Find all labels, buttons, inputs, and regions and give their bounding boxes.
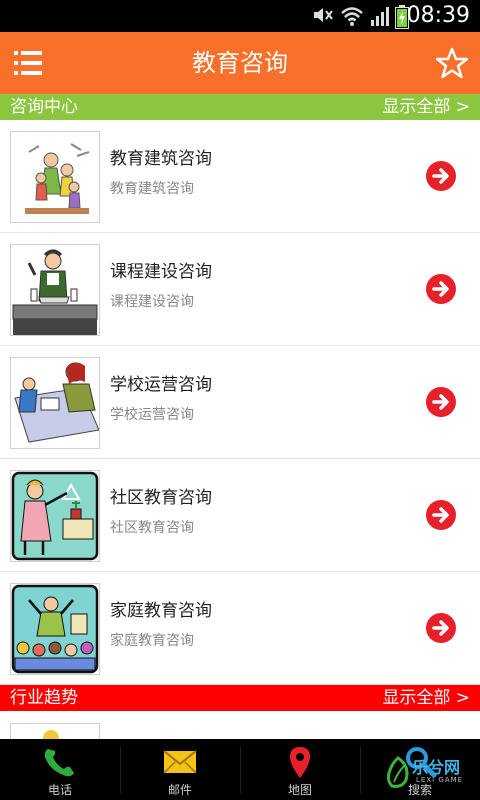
teacher-board-illustration	[10, 470, 100, 562]
mail-icon	[163, 750, 197, 774]
wifi-icon	[341, 7, 363, 26]
arrow-right-icon[interactable]	[426, 274, 456, 304]
map-pin-icon	[290, 747, 310, 778]
section-title: 咨询中心	[10, 97, 78, 117]
list-item[interactable]: 教育建筑咨询 教育建筑咨询	[0, 120, 480, 233]
list-item[interactable]: 家庭教育咨询 家庭教育咨询	[0, 572, 480, 685]
leaf-logo-icon	[386, 756, 409, 788]
item-subtitle: 教育建筑咨询	[110, 181, 194, 197]
teacher-lab-illustration	[10, 244, 100, 336]
consult-list: 教育建筑咨询 教育建筑咨询 课程建设咨询 课程建设咨询 学校运营咨询 学校运营咨…	[0, 120, 480, 685]
list-item[interactable]: 课程建设咨询 课程建设咨询	[0, 233, 480, 346]
status-bar: 08:39	[0, 0, 480, 32]
arrow-right-icon[interactable]	[426, 387, 456, 417]
mute-icon	[314, 8, 333, 22]
tab-map[interactable]: 地图	[240, 739, 360, 800]
item-subtitle: 家庭教育咨询	[110, 633, 194, 649]
list-item[interactable]: 社区教育咨询 社区教育咨询	[0, 459, 480, 572]
item-title: 社区教育咨询	[110, 488, 212, 508]
classroom-illustration	[10, 583, 100, 675]
arrow-right-icon[interactable]	[426, 500, 456, 530]
item-title: 课程建设咨询	[110, 262, 212, 282]
watermark-text: 乐兮网	[412, 758, 461, 777]
tab-mail[interactable]: 邮件	[120, 739, 240, 800]
arrow-right-icon[interactable]	[426, 613, 456, 643]
tab-label: 电话	[47, 783, 72, 797]
status-time: 08:39	[406, 3, 470, 28]
phone-icon	[44, 749, 74, 777]
page-title: 教育咨询	[192, 49, 288, 77]
item-subtitle: 学校运营咨询	[110, 407, 194, 423]
item-subtitle: 课程建设咨询	[110, 294, 194, 310]
student-desk-illustration	[10, 357, 100, 449]
trends-list-peek	[0, 711, 480, 746]
favorite-star-icon[interactable]	[436, 47, 468, 79]
show-all-link[interactable]: 显示全部 >	[382, 94, 470, 120]
tab-label: 地图	[287, 783, 312, 797]
list-item[interactable]: 学校运营咨询 学校运营咨询	[0, 346, 480, 459]
item-title: 学校运营咨询	[110, 375, 212, 395]
section-title: 行业趋势	[10, 688, 78, 708]
family-illustration	[10, 131, 100, 223]
signal-icon	[371, 7, 389, 26]
arrow-right-icon[interactable]	[426, 161, 456, 191]
section-header-trends: 行业趋势 显示全部 >	[0, 685, 480, 711]
tab-phone[interactable]: 电话	[0, 739, 120, 800]
trend-thumbnail	[10, 723, 100, 746]
menu-icon[interactable]	[14, 50, 42, 76]
watermark-subtext: LEXI GAME	[416, 776, 464, 784]
site-watermark: 乐兮网 LEXI GAME	[384, 752, 474, 796]
item-title: 家庭教育咨询	[110, 601, 212, 621]
item-title: 教育建筑咨询	[110, 149, 212, 169]
section-header-consult: 咨询中心 显示全部 >	[0, 94, 480, 120]
app-bar: 教育咨询	[0, 32, 480, 94]
tab-label: 邮件	[167, 783, 192, 797]
item-subtitle: 社区教育咨询	[110, 520, 194, 536]
show-all-link[interactable]: 显示全部 >	[382, 685, 470, 711]
